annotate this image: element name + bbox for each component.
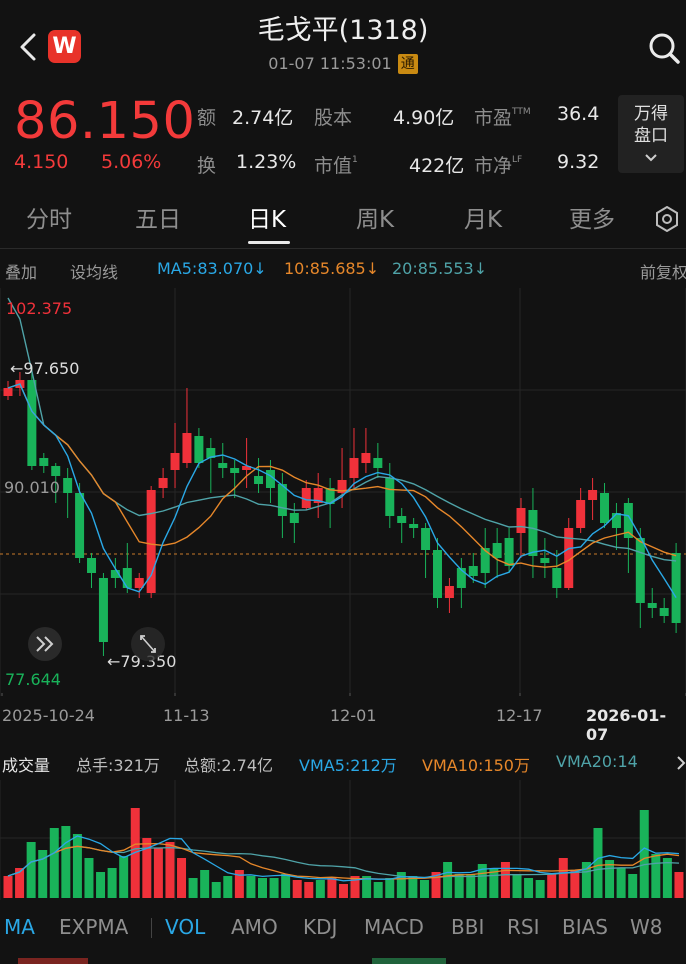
stat-mktcap-label: 市值1: [314, 155, 358, 177]
stat-pb-label: 市净LF: [474, 155, 523, 177]
set-ma-button[interactable]: 设均线: [70, 259, 118, 283]
date-label: 12-01: [330, 706, 377, 725]
tab-monthly-k[interactable]: 月K: [464, 200, 502, 234]
indicator-rsi[interactable]: RSI: [507, 915, 540, 939]
divider: [151, 918, 152, 938]
volume-chart[interactable]: [0, 780, 686, 900]
indicator-w8[interactable]: W8: [630, 915, 663, 939]
stock-title: 毛戈平(1318): [257, 15, 429, 46]
tab-five-day[interactable]: 五日: [135, 200, 181, 234]
stat-pb-value: 9.32: [557, 151, 600, 173]
stat-pe-label: 市盈TTM: [474, 107, 531, 129]
price-change: 4.150: [14, 151, 69, 173]
vma20-value: VMA20:14: [556, 752, 638, 771]
bottom-panel-peek: [18, 958, 446, 964]
ma5-value: MA5:83.070↓: [157, 259, 267, 278]
vma10-value: VMA10:150万: [422, 756, 530, 775]
wind-pankou-button[interactable]: 万得 盘口: [618, 95, 684, 173]
high-marker: ←97.650: [10, 359, 79, 378]
date-label: 12-17: [496, 706, 543, 725]
axis-bottom-price: 77.644: [5, 670, 61, 689]
divider: [0, 248, 686, 249]
indicator-amo[interactable]: AMO: [231, 915, 278, 939]
ma10-value: 10:85.685↓: [284, 259, 380, 278]
indicator-ma[interactable]: MA: [4, 915, 35, 939]
pankou-label-2: 盘口: [634, 126, 668, 146]
volume-total-hands: 总手:321万: [76, 756, 160, 775]
indicator-bbi[interactable]: BBI: [451, 915, 484, 939]
indicator-kdj[interactable]: KDJ: [303, 915, 337, 939]
vma5-value: VMA5:212万: [299, 756, 397, 775]
search-icon[interactable]: [646, 28, 682, 68]
ma20-value: 20:85.553↓: [392, 259, 488, 278]
ma20-line: [7, 297, 677, 562]
stat-shares-value: 4.90亿: [393, 107, 455, 129]
axis-top-price: 102.375: [6, 299, 72, 318]
tab-more[interactable]: 更多: [569, 200, 615, 234]
indicator-bias[interactable]: BIAS: [562, 915, 608, 939]
current-price: 86.150: [14, 92, 196, 151]
chevron-down-icon: [645, 154, 657, 162]
stat-amount-value: 2.74亿: [232, 107, 294, 129]
volume-total-amount: 总额:2.74亿: [184, 756, 274, 775]
date-label: 2025-10-24: [2, 706, 95, 725]
expand-icon[interactable]: [131, 627, 165, 661]
price-change-percent: 5.06%: [101, 151, 162, 173]
stat-turnover-label: 换: [197, 155, 217, 177]
stat-turnover-value: 1.23%: [236, 151, 297, 173]
indicator-vol[interactable]: VOL: [165, 915, 205, 939]
tab-weekly-k[interactable]: 周K: [356, 200, 394, 234]
date-label: 11-13: [163, 706, 210, 725]
chevron-right-icon[interactable]: [676, 754, 686, 772]
connect-badge: 通: [397, 54, 418, 74]
stat-mktcap-value: 422亿: [409, 155, 465, 177]
fast-forward-icon[interactable]: [28, 627, 62, 661]
tab-intraday[interactable]: 分时: [26, 200, 72, 234]
indicator-expma[interactable]: EXPMA: [59, 915, 128, 939]
active-tab-indicator: [248, 241, 290, 244]
volume-bars-group: [3, 808, 684, 898]
candles-group: [3, 368, 681, 656]
candlestick-chart[interactable]: 102.375 ←97.650 90.010 ←79.350 77.644: [0, 288, 686, 696]
axis-mid-price: 90.010: [4, 478, 60, 497]
stat-shares-label: 股本: [314, 107, 353, 129]
stat-amount-label: 额: [197, 107, 217, 129]
stat-pe-value: 36.4: [557, 103, 600, 125]
tab-daily-k[interactable]: 日K: [248, 200, 286, 234]
volume-title[interactable]: 成交量: [2, 752, 50, 776]
overlay-button[interactable]: 叠加: [5, 259, 37, 283]
settings-gear-icon[interactable]: [654, 206, 680, 232]
adjust-mode-button[interactable]: 前复权: [640, 259, 686, 283]
indicator-macd[interactable]: MACD: [364, 915, 424, 939]
quote-datetime: 01-07 11:53:01: [268, 54, 392, 73]
quote-time-row: 01-07 11:53:01 通: [0, 54, 686, 74]
pankou-label-1: 万得: [634, 104, 668, 124]
date-label-current: 2026-01-07: [586, 706, 667, 744]
